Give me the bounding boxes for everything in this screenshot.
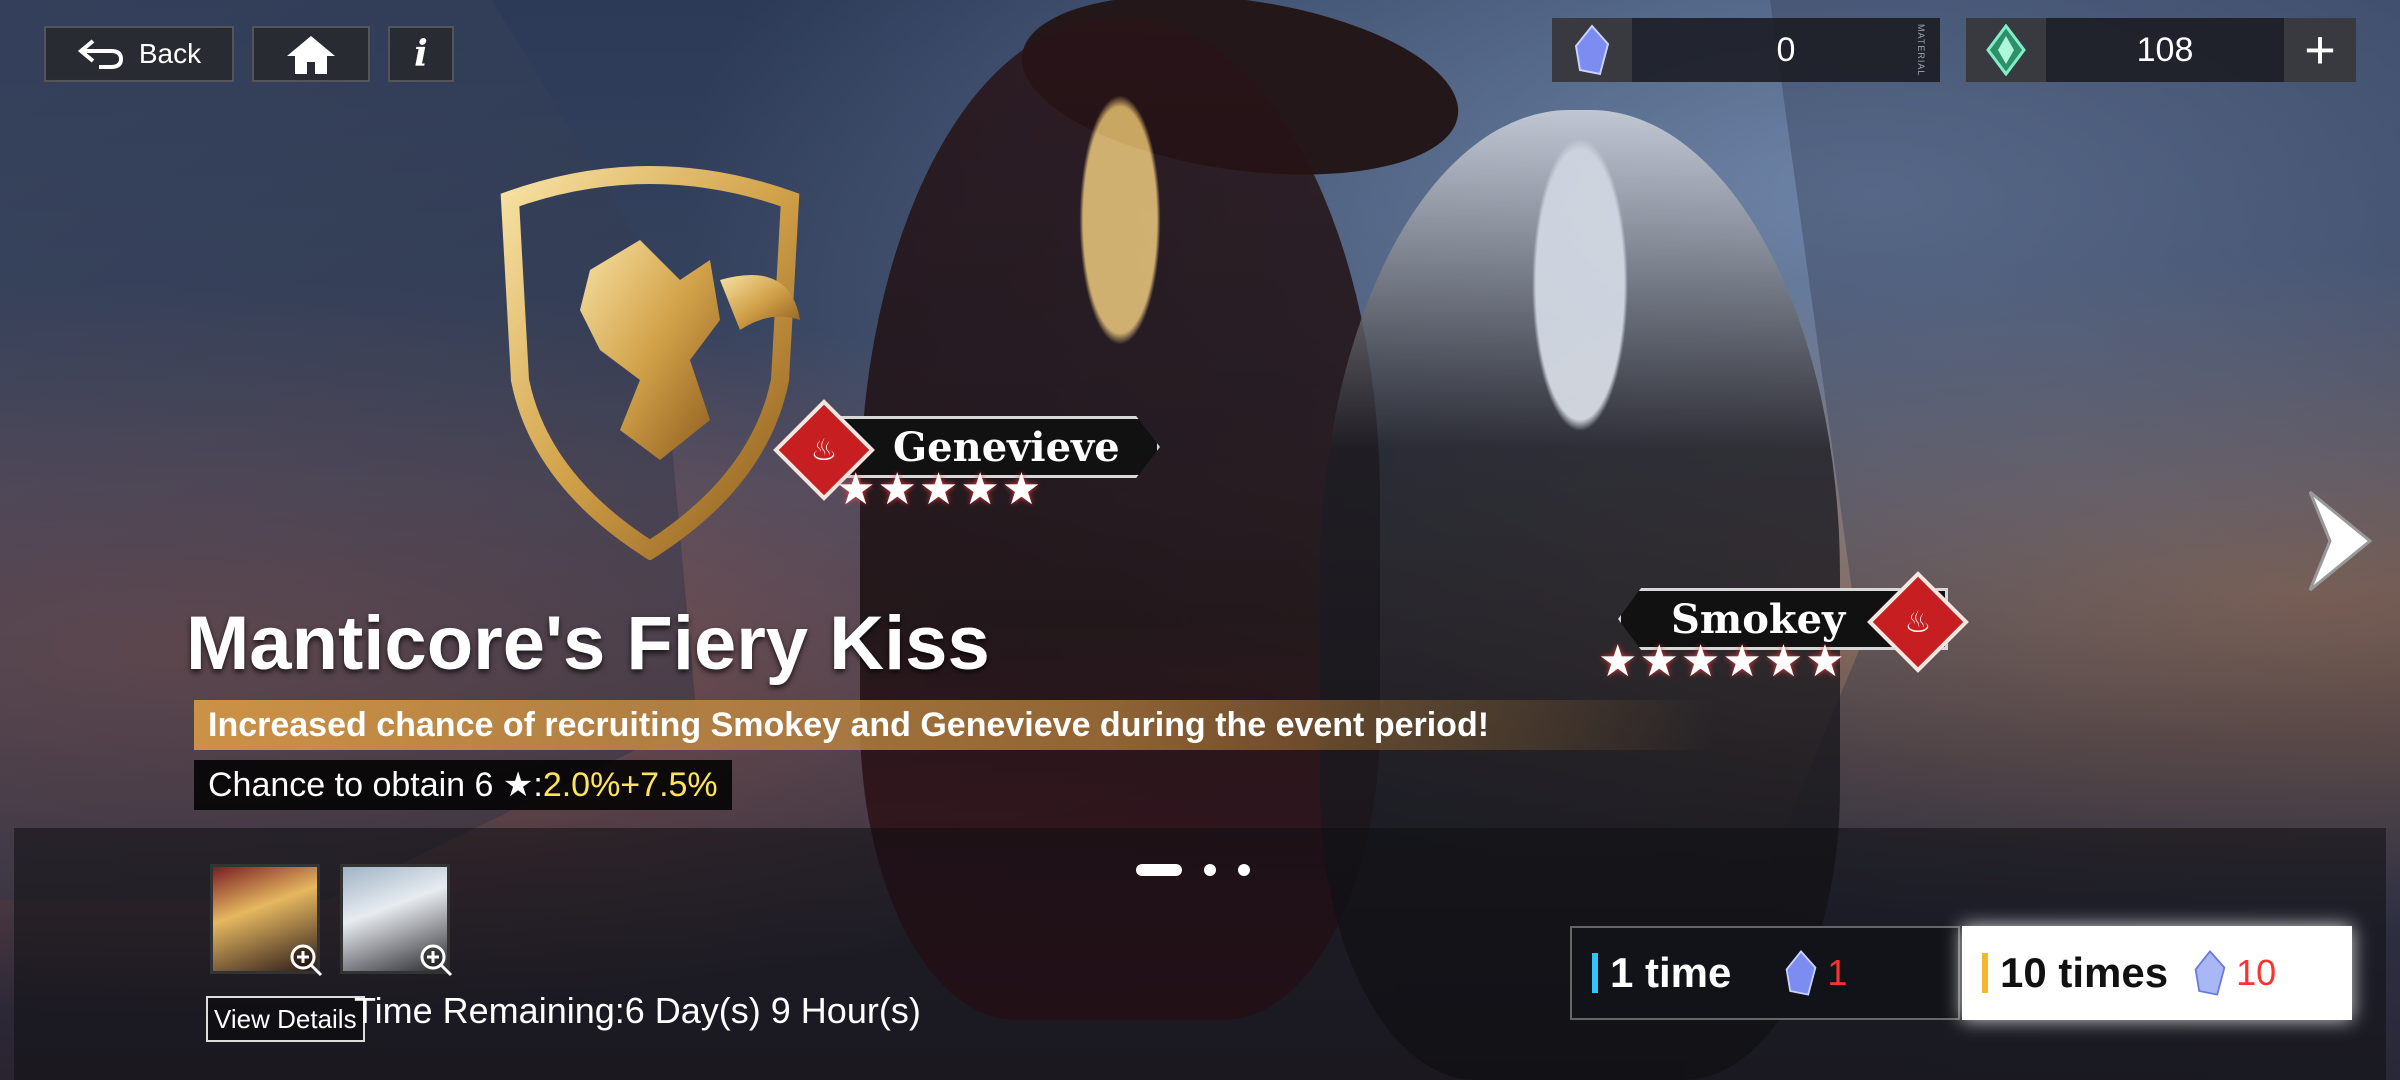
genevieve-portrait-thumb[interactable] (210, 864, 323, 977)
banner-pagination (1136, 864, 1250, 876)
pull-one-cost: 1 (1827, 952, 1848, 993)
page-dot-3[interactable] (1238, 864, 1250, 876)
green-gem-icon (1966, 18, 2046, 82)
banner-title: Manticore's Fiery Kiss (186, 601, 990, 686)
back-label: Back (138, 38, 202, 69)
genevieve-stars: ★★★★★ (836, 465, 1044, 514)
crystal-shard-icon (1552, 18, 1632, 82)
material-tag: MATERIAL (1916, 24, 1926, 77)
smokey-stars: ★★★★★★ (1598, 637, 1847, 686)
material-currency-display: 0 MATERIAL (1552, 18, 1940, 82)
add-gem-button[interactable]: + (2284, 18, 2356, 82)
gem-currency-display: 108 + (1966, 18, 2356, 82)
smokey-portrait-thumb[interactable] (340, 864, 453, 977)
pull-ten-cost: 10 (2236, 952, 2277, 993)
gem-count: 108 (2136, 30, 2194, 69)
info-icon: i (414, 33, 428, 75)
pull-ten-button[interactable]: 10 times 10 (1962, 926, 2352, 1020)
pull-one-button[interactable]: 1 time 1 (1570, 926, 1960, 1020)
chance-rate: 2.0%+7.5% (542, 765, 718, 804)
pull-one-label: 1 time (1610, 949, 1732, 996)
pull-ten-label: 10 times (2000, 949, 2169, 996)
banner-subtitle-text: Increased chance of recruiting Smokey an… (208, 705, 1490, 744)
banner-subtitle: Increased chance of recruiting Smokey an… (194, 700, 1714, 750)
chance-info: Chance to obtain 6 ★: 2.0%+7.5% (194, 760, 732, 810)
home-icon (287, 36, 335, 74)
material-count: 0 (1776, 30, 1796, 69)
view-details-button[interactable]: View Details (206, 996, 365, 1042)
accent-bar (1982, 953, 1988, 993)
crystal-shard-icon (2194, 950, 2226, 996)
zoom-in-icon (420, 944, 453, 977)
page-dot-2[interactable] (1204, 864, 1216, 876)
back-button[interactable]: Back (44, 26, 234, 82)
accent-bar (1592, 953, 1598, 993)
home-button[interactable] (252, 26, 370, 82)
manticore-crest-emblem (500, 166, 800, 560)
back-arrow-icon (77, 39, 123, 69)
zoom-in-icon (290, 944, 323, 977)
info-button[interactable]: i (388, 26, 454, 82)
chance-label: Chance to obtain 6 ★: (208, 766, 543, 804)
crystal-shard-icon (1786, 950, 1817, 996)
page-dot-1[interactable] (1136, 864, 1182, 876)
view-details-label: View Details (214, 1003, 357, 1034)
next-banner-arrow-icon[interactable] (2300, 486, 2380, 596)
time-remaining: Time Remaining:6 Day(s) 9 Hour(s) (354, 990, 921, 1031)
